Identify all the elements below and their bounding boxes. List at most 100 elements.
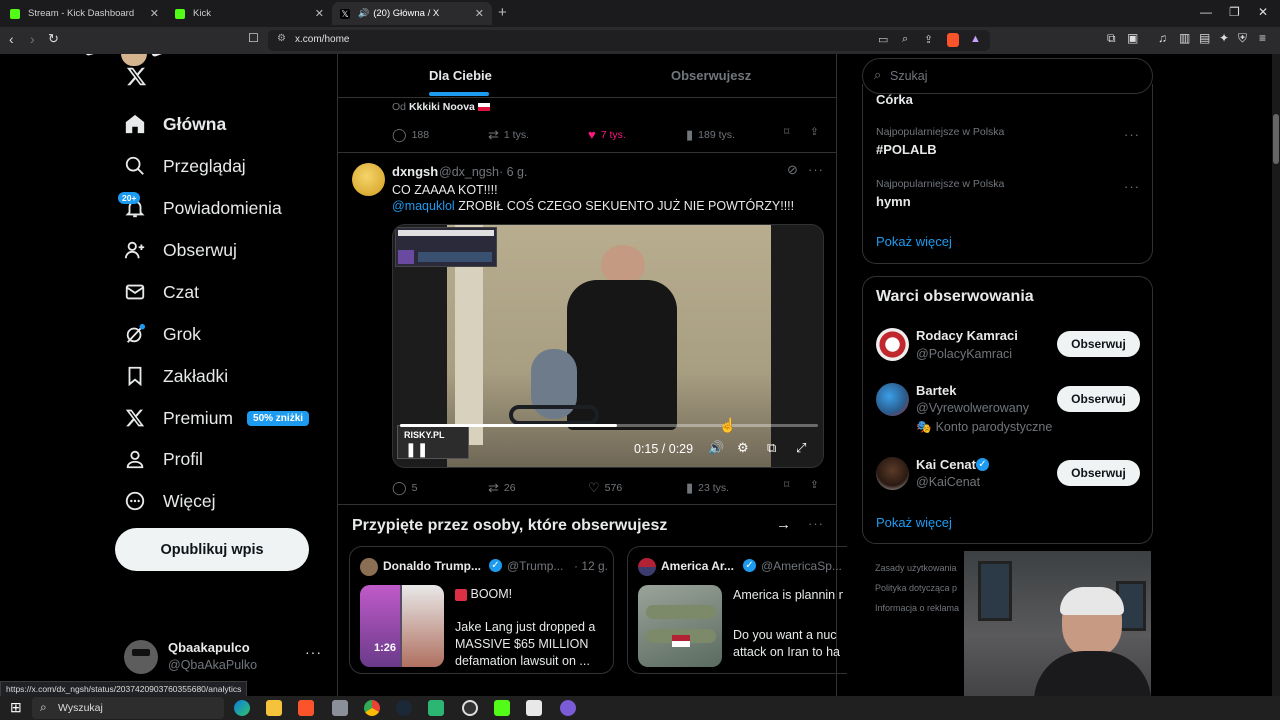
notepad-icon[interactable]: [526, 700, 542, 716]
pinned-card[interactable]: Donaldo Trump... ✓ @Trump... · 12 g. 1:2…: [349, 546, 614, 674]
reload-icon[interactable]: ↻: [48, 31, 59, 47]
pinned-card[interactable]: America Ar... ✓ @AmericaSp... America is…: [627, 546, 847, 674]
post-mention[interactable]: @maquklol: [392, 199, 455, 213]
minimize-icon[interactable]: —: [1200, 5, 1212, 19]
reply-action[interactable]: ◯ 188: [392, 127, 429, 143]
page-scrollbar[interactable]: [1272, 54, 1280, 696]
follow-name[interactable]: Bartek: [916, 383, 956, 398]
share-action-icon[interactable]: ⇪: [810, 479, 819, 491]
follow-avatar[interactable]: [876, 383, 909, 416]
account-avatar[interactable]: [124, 640, 158, 674]
follow-name[interactable]: Kai Cenat: [916, 457, 976, 472]
settings-icon[interactable]: ⚙: [737, 440, 749, 456]
bookmark-action-icon[interactable]: ⌑: [784, 126, 789, 138]
x-logo-icon[interactable]: [126, 66, 147, 87]
app-icon[interactable]: [428, 700, 444, 716]
taskbar-search[interactable]: ⌕ Wyszukaj: [32, 697, 224, 719]
close-window-icon[interactable]: ✕: [1258, 5, 1268, 19]
forward-icon[interactable]: ›: [30, 31, 35, 47]
address-bar[interactable]: ⚙ x.com/home ▭ ⌕ ⇪ ▲: [268, 30, 990, 51]
tab-for-you[interactable]: Dla Ciebie: [429, 68, 492, 83]
post-avatar[interactable]: [352, 163, 385, 196]
file-explorer-icon[interactable]: [266, 700, 282, 716]
brave-shield-icon[interactable]: [947, 33, 959, 47]
trends-show-more-link[interactable]: Pokaż więcej: [876, 234, 952, 249]
popout-icon[interactable]: ⧉: [767, 440, 776, 456]
chrome-icon[interactable]: [364, 700, 380, 716]
trend-more-icon[interactable]: ···: [1124, 127, 1140, 142]
share-action-icon[interactable]: ⇪: [810, 126, 819, 138]
post-author-name[interactable]: dxngsh: [392, 164, 438, 179]
zoom-icon[interactable]: ⌕: [902, 33, 908, 46]
sidebar-item-grok[interactable]: Grok: [122, 319, 201, 349]
sidebar-item-chat[interactable]: Czat: [122, 277, 199, 307]
edge-icon[interactable]: [234, 700, 250, 716]
back-icon[interactable]: ‹: [9, 31, 14, 47]
follow-show-more-link[interactable]: Pokaż więcej: [876, 515, 952, 530]
pinned-more-icon[interactable]: ···: [808, 516, 824, 531]
wallet-icon[interactable]: ▤: [1199, 31, 1210, 45]
reply-action[interactable]: ◯ 5: [392, 480, 417, 496]
volume-icon[interactable]: 🔊: [708, 440, 724, 456]
like-action[interactable]: ♥ 7 tys.: [588, 127, 626, 142]
sidebar-item-more[interactable]: Więcej: [122, 486, 216, 516]
sidebar-item-notifications[interactable]: Powiadomienia: [122, 193, 282, 223]
views-action[interactable]: ▮ 23 tys.: [686, 480, 729, 496]
trend-more-icon[interactable]: ···: [1124, 179, 1140, 194]
video-progress-track[interactable]: [400, 424, 818, 427]
sidebar-item-follow[interactable]: Obserwuj: [122, 235, 237, 265]
share-icon[interactable]: ⇪: [924, 33, 933, 46]
browser-tab-kick-dashboard[interactable]: Stream - Kick Dashboard ✕: [2, 2, 167, 25]
vpn-icon[interactable]: ⛨: [1238, 31, 1247, 46]
sidebar-item-premium[interactable]: Premium 50% zniżki: [122, 403, 310, 433]
post-button[interactable]: Opublikuj wpis: [115, 528, 309, 571]
footer-link[interactable]: Zasady użytkowania: [875, 563, 957, 573]
follow-name[interactable]: Rodacy Kamraci: [916, 328, 1018, 343]
pause-icon[interactable]: ❚❚: [405, 441, 428, 458]
post-more-icon[interactable]: ···: [808, 162, 824, 177]
close-tab-icon[interactable]: ✕: [315, 7, 324, 20]
tab-following[interactable]: Obserwujesz: [671, 68, 751, 83]
arrow-right-icon[interactable]: →: [776, 516, 791, 533]
browser-tab-kick[interactable]: Kick ✕: [167, 2, 332, 25]
brave-rewards-icon[interactable]: ▲: [970, 33, 981, 45]
trend-name[interactable]: hymn: [876, 194, 911, 209]
extensions-icon[interactable]: ⧉: [1107, 31, 1116, 46]
screenshot-icon[interactable]: ▣: [1127, 31, 1138, 45]
restore-icon[interactable]: ❐: [1229, 5, 1240, 19]
trend-name[interactable]: #POLALB: [876, 142, 937, 157]
footer-link[interactable]: Informacja o reklama: [875, 603, 959, 613]
menu-icon[interactable]: ≡: [1259, 31, 1266, 45]
sidebar-item-profile[interactable]: Profil: [122, 444, 203, 474]
steam-icon[interactable]: [396, 700, 412, 716]
post-time[interactable]: · 6 g.: [499, 165, 528, 179]
brave-icon[interactable]: [298, 700, 314, 716]
browser-tab-x[interactable]: 𝕏 🔊 (20) Główna / X ✕: [332, 2, 492, 25]
leo-ai-icon[interactable]: ✦: [1219, 31, 1229, 45]
close-tab-icon[interactable]: ✕: [150, 7, 159, 20]
repost-action[interactable]: ⇄ 1 tys.: [488, 127, 529, 143]
app-icon[interactable]: [332, 700, 348, 716]
obs-icon[interactable]: [462, 700, 478, 716]
follow-button[interactable]: Obserwuj: [1057, 460, 1140, 486]
bookmark-page-icon[interactable]: ☐: [248, 31, 259, 45]
close-tab-icon[interactable]: ✕: [475, 7, 484, 20]
sidebar-item-explore[interactable]: Przeglądaj: [122, 151, 246, 181]
bookmark-action-icon[interactable]: ⌑: [784, 479, 789, 491]
footer-link[interactable]: Polityka dotycząca p: [875, 583, 957, 593]
repost-action[interactable]: ⇄ 26: [488, 480, 516, 496]
follow-button[interactable]: Obserwuj: [1057, 386, 1140, 412]
trend-name[interactable]: Córka: [876, 92, 913, 107]
grok-explain-icon[interactable]: ⊘: [787, 162, 798, 178]
follow-avatar[interactable]: [876, 328, 909, 361]
windows-start-icon[interactable]: ⊞: [10, 699, 22, 716]
follow-avatar[interactable]: [876, 457, 909, 490]
like-action[interactable]: ♡ 576: [588, 480, 622, 496]
video-player[interactable]: RISKY.PL ❚❚ 0:15 / 0:29 🔊 ⚙ ⧉ ⤢ ☝: [392, 224, 824, 468]
account-more-icon[interactable]: ···: [305, 644, 322, 660]
views-action[interactable]: ▮ 189 tys.: [686, 127, 735, 143]
site-info-icon[interactable]: ⚙: [277, 33, 286, 44]
source-name[interactable]: Kkkiki Noova: [409, 101, 475, 113]
discord-icon[interactable]: [560, 700, 576, 716]
post-author-handle[interactable]: @dx_ngsh: [439, 165, 499, 179]
